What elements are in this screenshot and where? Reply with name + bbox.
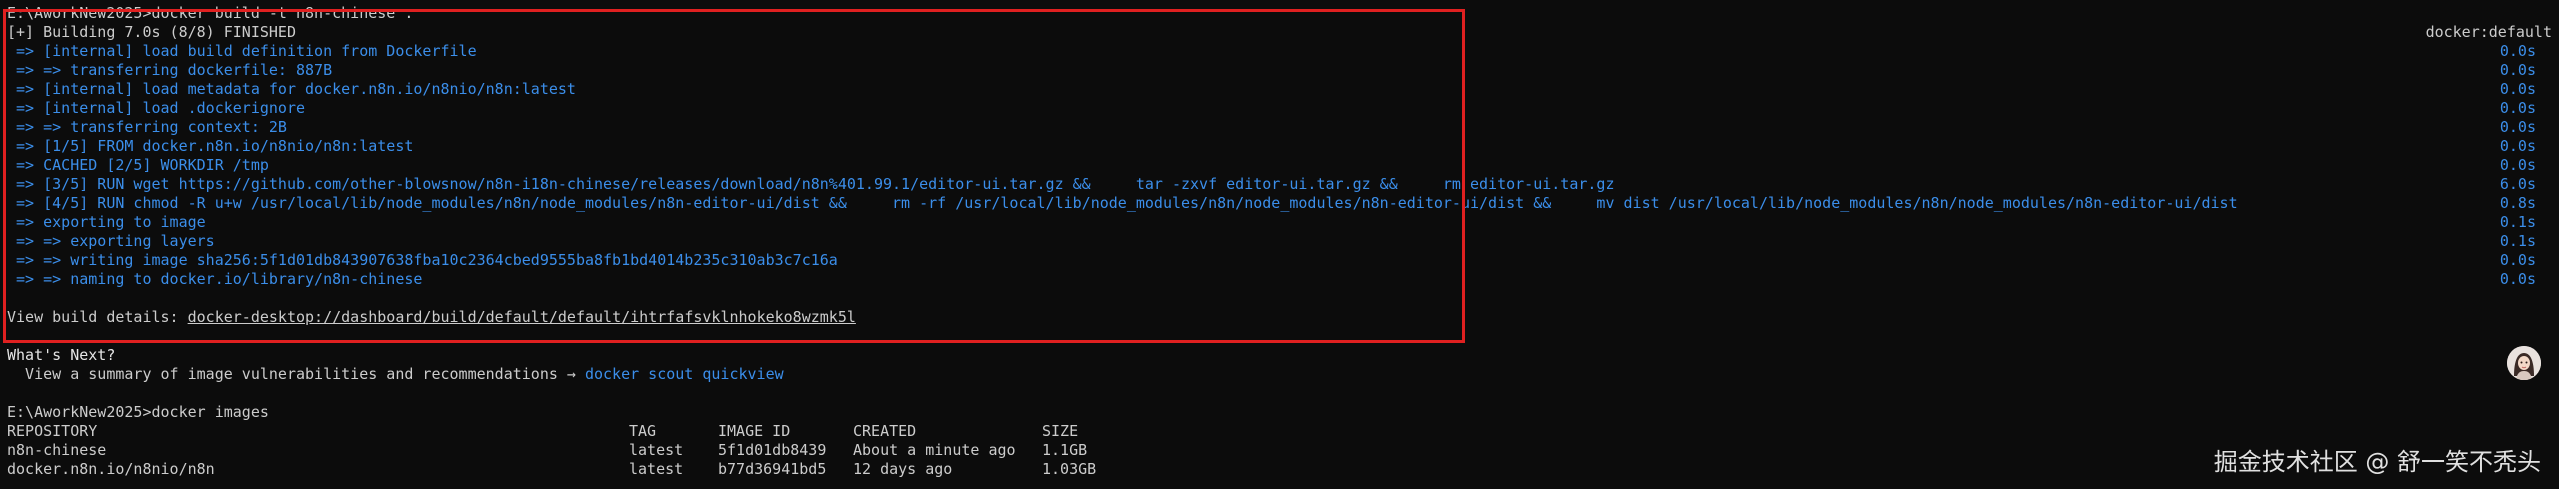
build-step-duration: 0.0s [2499, 42, 2536, 60]
size-cell: 1.03GB [1042, 460, 1097, 478]
created-cell: About a minute ago [853, 441, 1016, 459]
build-step-duration: 0.0s [2499, 156, 2536, 174]
build-step-duration: 0.1s [2499, 232, 2536, 250]
build-step-text: => => transferring dockerfile: 887B [7, 61, 333, 79]
build-step-duration: 0.0s [2499, 61, 2536, 79]
tag-cell: latest [629, 460, 684, 478]
build-step: => exporting to image 0.1s [7, 213, 2552, 232]
build-step-text: => => naming to docker.io/library/n8n-ch… [7, 270, 423, 288]
col-created: CREATED [853, 422, 917, 440]
build-step-text: => [4/5] RUN chmod -R u+w /usr/local/lib… [7, 194, 2238, 212]
image-id-cell: b77d36941bd5 [718, 460, 827, 478]
image-id-cell: 5f1d01db8439 [718, 441, 827, 459]
build-step: => [1/5] FROM docker.n8n.io/n8nio/n8n:la… [7, 137, 2552, 156]
avatar-icon [2507, 346, 2541, 380]
build-step: => [4/5] RUN chmod -R u+w /usr/local/lib… [7, 194, 2552, 213]
repository-cell: n8n-chinese [7, 441, 107, 459]
build-step-text: => => exporting layers [7, 232, 215, 250]
command: docker build -t n8n-chinese . [151, 4, 414, 22]
build-step-text: => [internal] load .dockerignore [7, 99, 306, 117]
table-row: docker.n8n.io/n8nio/n8n latest b77d36941bd… [7, 460, 2552, 479]
build-step: => => writing image sha256:5f1d01db84390… [7, 251, 2552, 270]
build-steps: => [internal] load build definition from… [7, 42, 2552, 289]
terminal-output: E:\AworkNew2025>docker build -t n8n-chin… [7, 4, 2552, 487]
build-details-line: View build details: docker-desktop://das… [7, 308, 2552, 327]
whats-next-heading: What's Next? [7, 346, 116, 364]
images-table-header: REPOSITORY TAG IMAGE ID CREATED SIZE [7, 422, 2552, 441]
scout-hint: View a summary of image vulnerabilities … [7, 365, 2552, 384]
build-step: => [internal] load metadata for docker.n… [7, 80, 2552, 99]
build-step-text: => [1/5] FROM docker.n8n.io/n8nio/n8n:la… [7, 137, 414, 155]
col-tag: TAG [629, 422, 657, 440]
build-step-duration: 0.8s [2499, 194, 2536, 212]
col-size: SIZE [1042, 422, 1079, 440]
hint-text: View a summary of image vulnerabilities … [7, 365, 585, 383]
prompt: E:\AworkNew2025> [7, 403, 152, 421]
command: docker images [151, 403, 269, 421]
build-step-duration: 0.0s [2499, 99, 2536, 117]
col-repository: REPOSITORY [7, 422, 98, 440]
table-row: n8n-chinese latest 5f1d01db8439 About a min… [7, 441, 2552, 460]
build-details-link[interactable]: docker-desktop://dashboard/build/default… [188, 308, 856, 326]
created-cell: 12 days ago [853, 460, 953, 478]
build-header: [+] Building 7.0s (8/8) FINISHED docker:d… [7, 23, 2552, 42]
images-command-line: E:\AworkNew2025>docker images [7, 403, 2552, 422]
table-row-partial [7, 479, 2552, 487]
build-command-line: E:\AworkNew2025>docker build -t n8n-chin… [7, 4, 2552, 23]
build-step-text: => [3/5] RUN wget https://github.com/oth… [7, 175, 1615, 193]
build-step: => => transferring dockerfile: 887B 0.0s [7, 61, 2552, 80]
build-step: => [internal] load build definition from… [7, 42, 2552, 61]
tag-cell: latest [629, 441, 684, 459]
build-step: => CACHED [2/5] WORKDIR /tmp 0.0s [7, 156, 2552, 175]
size-cell: 1.1GB [1042, 441, 1088, 459]
watermark: 掘金技术社区 @ 舒一笑不秃头 [2213, 448, 2541, 476]
build-step-text: => => transferring context: 2B [7, 118, 287, 136]
build-step-text: => [internal] load build definition from… [7, 42, 477, 60]
build-step-duration: 0.1s [2499, 213, 2536, 231]
build-step-text: => exporting to image [7, 213, 206, 231]
build-step: => => exporting layers 0.1s [7, 232, 2552, 251]
build-details-label: View build details: [7, 308, 188, 326]
build-step-duration: 0.0s [2499, 251, 2536, 269]
author-avatar [2507, 346, 2541, 380]
build-step-duration: 0.0s [2499, 137, 2536, 155]
build-status: [+] Building 7.0s (8/8) FINISHED [7, 23, 296, 41]
build-step: => [3/5] RUN wget https://github.com/oth… [7, 175, 2552, 194]
col-image-id: IMAGE ID [718, 422, 791, 440]
build-step-duration: 0.0s [2499, 270, 2536, 288]
build-step-text: => [internal] load metadata for docker.n… [7, 80, 576, 98]
scout-command[interactable]: docker scout quickview [585, 365, 784, 383]
repository-cell: docker.n8n.io/n8nio/n8n [7, 460, 215, 478]
build-step: => => transferring context: 2B 0.0s [7, 118, 2552, 137]
build-step-text: => CACHED [2/5] WORKDIR /tmp [7, 156, 269, 174]
prompt: E:\AworkNew2025> [7, 4, 152, 22]
build-step: => => naming to docker.io/library/n8n-ch… [7, 270, 2552, 289]
build-step: => [internal] load .dockerignore 0.0s [7, 99, 2552, 118]
build-step-duration: 6.0s [2499, 175, 2536, 193]
build-step-text: => => writing image sha256:5f1d01db84390… [7, 251, 838, 269]
build-step-duration: 0.0s [2499, 80, 2536, 98]
build-step-duration: 0.0s [2499, 118, 2536, 136]
builder-name: docker:default [2425, 23, 2552, 41]
